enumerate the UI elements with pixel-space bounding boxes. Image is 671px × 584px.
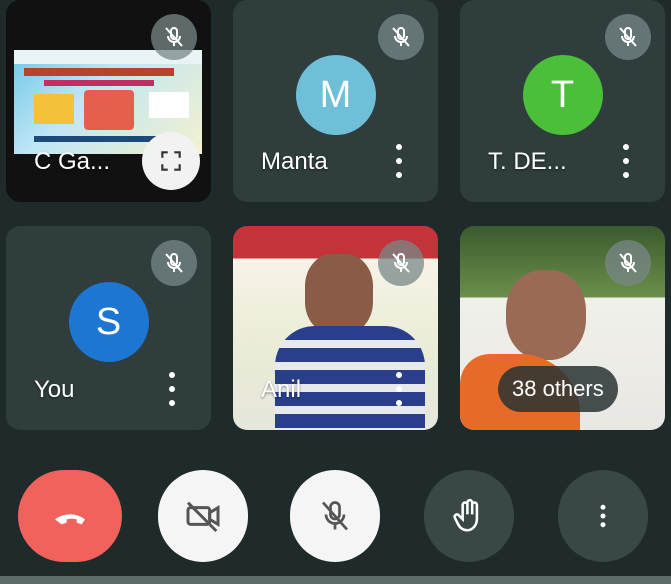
mic-off-icon: [605, 240, 651, 286]
mic-toggle-button[interactable]: [290, 470, 380, 562]
avatar: S: [68, 282, 149, 363]
participant-tile-others[interactable]: 38 others: [460, 226, 665, 430]
participant-name: Anil: [261, 376, 302, 403]
mic-off-icon: [378, 240, 424, 286]
more-options-button[interactable]: [394, 372, 404, 406]
participant-name: You: [34, 376, 75, 403]
avatar: T: [522, 55, 603, 136]
camera-off-icon: [186, 501, 220, 533]
participant-tile-you[interactable]: S You: [6, 226, 211, 430]
participant-name: C Ga...: [34, 148, 111, 175]
end-call-button[interactable]: [18, 470, 122, 562]
participant-name: T. DE...: [488, 148, 567, 175]
raise-hand-button[interactable]: [424, 470, 514, 562]
more-options-button[interactable]: [621, 144, 631, 178]
participant-name: Manta: [261, 148, 328, 175]
mic-off-icon: [321, 501, 349, 531]
mic-off-icon: [378, 14, 424, 60]
camera-toggle-button[interactable]: [158, 470, 248, 562]
participant-tile-t-de[interactable]: T T. DE...: [460, 0, 665, 202]
participant-tile-manta[interactable]: M Manta: [233, 0, 438, 202]
bottom-strip: [0, 576, 671, 584]
others-count-button[interactable]: 38 others: [498, 366, 618, 412]
hand-icon: [453, 498, 479, 532]
more-options-button[interactable]: [394, 144, 404, 178]
fullscreen-button[interactable]: [142, 132, 200, 190]
participant-tile-screen-share[interactable]: C Ga...: [6, 0, 211, 202]
participant-tile-anil[interactable]: Anil: [233, 226, 438, 430]
mic-off-icon: [151, 14, 197, 60]
avatar: M: [295, 55, 376, 136]
more-vertical-icon: [600, 504, 606, 528]
mic-off-icon: [605, 14, 651, 60]
phone-hangup-icon: [55, 514, 85, 525]
fullscreen-icon: [161, 151, 181, 171]
more-options-button[interactable]: [558, 470, 648, 562]
mic-off-icon: [151, 240, 197, 286]
more-options-button[interactable]: [167, 372, 177, 406]
